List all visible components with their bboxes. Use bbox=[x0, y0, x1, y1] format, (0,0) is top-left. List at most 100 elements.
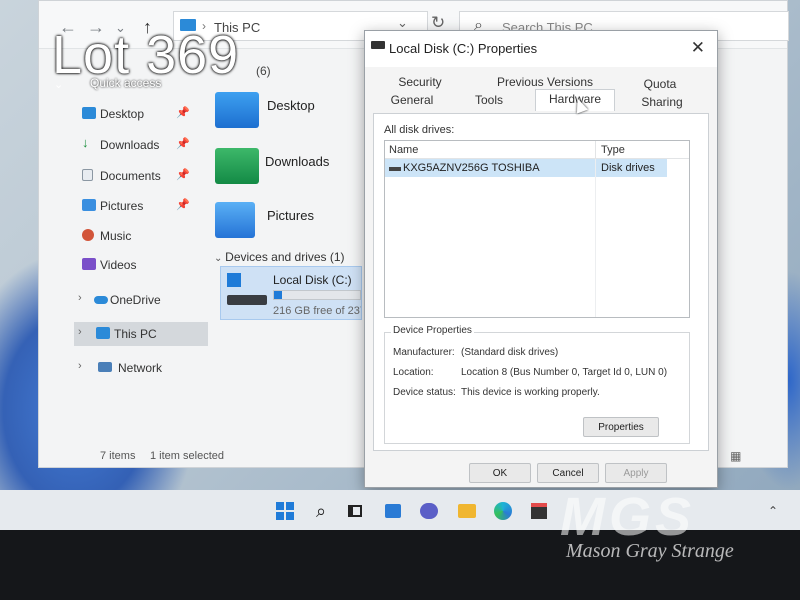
folder-label: Downloads bbox=[265, 154, 330, 169]
drive-usage-bar bbox=[273, 290, 361, 300]
column-divider bbox=[595, 159, 596, 317]
drive-usage-fill bbox=[274, 291, 282, 299]
pin-icon: 📌 bbox=[176, 138, 190, 150]
close-icon[interactable]: ✕ bbox=[691, 38, 705, 58]
nav-item-this-pc[interactable]: › This PC bbox=[74, 322, 208, 346]
downloads-folder-icon bbox=[215, 148, 259, 184]
tab-security[interactable]: Security bbox=[377, 73, 463, 91]
address-dropdown-chevron-icon[interactable]: ⌄ bbox=[397, 15, 408, 31]
folder-label: Desktop bbox=[267, 98, 315, 113]
cloud-icon bbox=[94, 296, 108, 304]
nav-label: Network bbox=[118, 361, 163, 375]
videos-icon bbox=[82, 258, 96, 270]
cancel-button[interactable]: Cancel bbox=[537, 463, 599, 483]
tab-sharing[interactable]: Sharing bbox=[621, 93, 703, 111]
taskbar-search-icon[interactable]: ⌕ bbox=[310, 500, 332, 522]
device-properties-title: Device Properties bbox=[391, 325, 474, 336]
nav-label: Desktop bbox=[100, 107, 145, 121]
dialog-title: Local Disk (C:) Properties bbox=[389, 41, 538, 56]
dialog-title-bar: Local Disk (C:) Properties ✕ bbox=[365, 31, 717, 67]
nav-label: This PC bbox=[114, 327, 157, 341]
disk-drives-list[interactable]: Name Type KXG5AZNV256G TOSHIBA Disk driv… bbox=[384, 140, 690, 318]
column-divider bbox=[595, 141, 596, 159]
local-disk-properties-dialog: Local Disk (C:) Properties ✕ Security Pr… bbox=[364, 30, 718, 488]
drive-model-name: KXG5AZNV256G TOSHIBA bbox=[403, 162, 540, 174]
folder-desktop[interactable]: Desktop bbox=[215, 92, 375, 138]
desktop-screen: ← → ⌄ ↑ › This PC ⌄ ↻ ⌕ Search This PC ⌄… bbox=[0, 0, 800, 530]
pictures-icon bbox=[82, 199, 96, 211]
disk-drive-icon bbox=[389, 167, 401, 171]
drive-type: Disk drives bbox=[601, 162, 655, 174]
tab-tools[interactable]: Tools bbox=[451, 91, 527, 109]
column-type-header[interactable]: Type bbox=[601, 144, 625, 156]
desktop-icon bbox=[82, 107, 96, 119]
nav-item-onedrive[interactable]: › OneDrive bbox=[74, 288, 208, 312]
chevron-right-icon: › bbox=[78, 360, 82, 372]
nav-item-network[interactable]: › Network bbox=[74, 356, 208, 380]
nav-item-music[interactable]: Music bbox=[64, 224, 204, 248]
network-icon bbox=[98, 362, 112, 372]
hard-drive-icon bbox=[227, 295, 267, 305]
hardware-tab-panel: All disk drives: Name Type KXG5AZNV256G … bbox=[373, 113, 709, 451]
documents-icon bbox=[82, 169, 93, 181]
nav-item-pictures[interactable]: Pictures 📌 bbox=[64, 194, 204, 218]
chevron-right-icon: › bbox=[78, 292, 82, 304]
store-icon[interactable] bbox=[528, 500, 550, 522]
nav-label: Videos bbox=[100, 258, 137, 272]
ok-button[interactable]: OK bbox=[469, 463, 531, 483]
apply-button[interactable]: Apply bbox=[605, 463, 667, 483]
tab-quota[interactable]: Quota bbox=[617, 75, 703, 93]
nav-label: Documents bbox=[100, 169, 161, 183]
chevron-right-icon: › bbox=[78, 326, 82, 338]
hard-drive-icon bbox=[371, 41, 385, 49]
pictures-folder-icon bbox=[215, 202, 255, 238]
nav-item-videos[interactable]: Videos bbox=[64, 253, 204, 277]
list-header: Name Type bbox=[385, 141, 689, 159]
nav-item-downloads[interactable]: ↓ Downloads 📌 bbox=[64, 133, 204, 157]
desktop-folder-icon bbox=[215, 92, 259, 128]
device-properties-group: Device Properties Manufacturer: (Standar… bbox=[384, 325, 690, 444]
nav-label: Downloads bbox=[100, 138, 160, 152]
devices-and-drives-header[interactable]: ⌄ Devices and drives (1) bbox=[214, 250, 345, 264]
music-icon bbox=[82, 229, 94, 241]
nav-label: Music bbox=[100, 229, 132, 243]
properties-button[interactable]: Properties bbox=[583, 417, 659, 437]
status-selected-count: 1 item selected bbox=[150, 450, 224, 462]
pin-icon: 📌 bbox=[176, 199, 190, 211]
lot-number-overlay: Lot 369 bbox=[52, 25, 240, 85]
downloads-icon: ↓ bbox=[82, 135, 89, 150]
list-item[interactable]: KXG5AZNV256G TOSHIBA Disk drives bbox=[385, 159, 667, 177]
folder-group-count: (6) bbox=[256, 64, 271, 78]
watermark-text: Mason Gray Strange bbox=[566, 540, 734, 562]
nav-item-desktop[interactable]: Desktop 📌 bbox=[64, 102, 204, 126]
manufacturer-value: (Standard disk drives) bbox=[461, 347, 559, 358]
computer-icon bbox=[96, 327, 110, 339]
location-value: Location 8 (Bus Number 0, Target Id 0, L… bbox=[461, 367, 668, 378]
start-button[interactable] bbox=[274, 500, 296, 522]
watermark-logo: MGS bbox=[560, 487, 696, 547]
folder-pictures[interactable]: Pictures bbox=[215, 202, 375, 248]
device-status-value: This device is working properly. bbox=[461, 387, 600, 398]
drive-tile-local-disk-c[interactable]: Local Disk (C:) 216 GB free of 237 bbox=[220, 266, 362, 320]
pin-icon: 📌 bbox=[176, 107, 190, 119]
chat-icon[interactable] bbox=[418, 500, 440, 522]
manufacturer-label: Manufacturer: bbox=[393, 347, 455, 358]
edge-browser-icon[interactable] bbox=[492, 500, 514, 522]
tab-general[interactable]: General bbox=[369, 91, 455, 109]
device-status-label: Device status: bbox=[393, 387, 456, 398]
widgets-icon[interactable] bbox=[382, 500, 404, 522]
status-item-count: 7 items bbox=[100, 450, 136, 462]
folder-label: Pictures bbox=[267, 208, 314, 223]
pin-icon: 📌 bbox=[176, 169, 190, 181]
folder-downloads[interactable]: Downloads bbox=[215, 148, 375, 194]
all-disk-drives-label: All disk drives: bbox=[384, 124, 455, 136]
nav-label: Pictures bbox=[100, 199, 144, 213]
system-tray-chevron-icon[interactable]: ⌃ bbox=[768, 504, 778, 518]
file-explorer-icon[interactable] bbox=[456, 500, 478, 522]
column-name-header[interactable]: Name bbox=[389, 144, 418, 156]
location-label: Location: bbox=[393, 367, 434, 378]
nav-item-documents[interactable]: Documents 📌 bbox=[64, 164, 204, 188]
windows-logo-icon bbox=[276, 502, 294, 520]
chevron-down-icon: ⌄ bbox=[214, 253, 226, 264]
task-view-icon[interactable] bbox=[344, 500, 366, 522]
